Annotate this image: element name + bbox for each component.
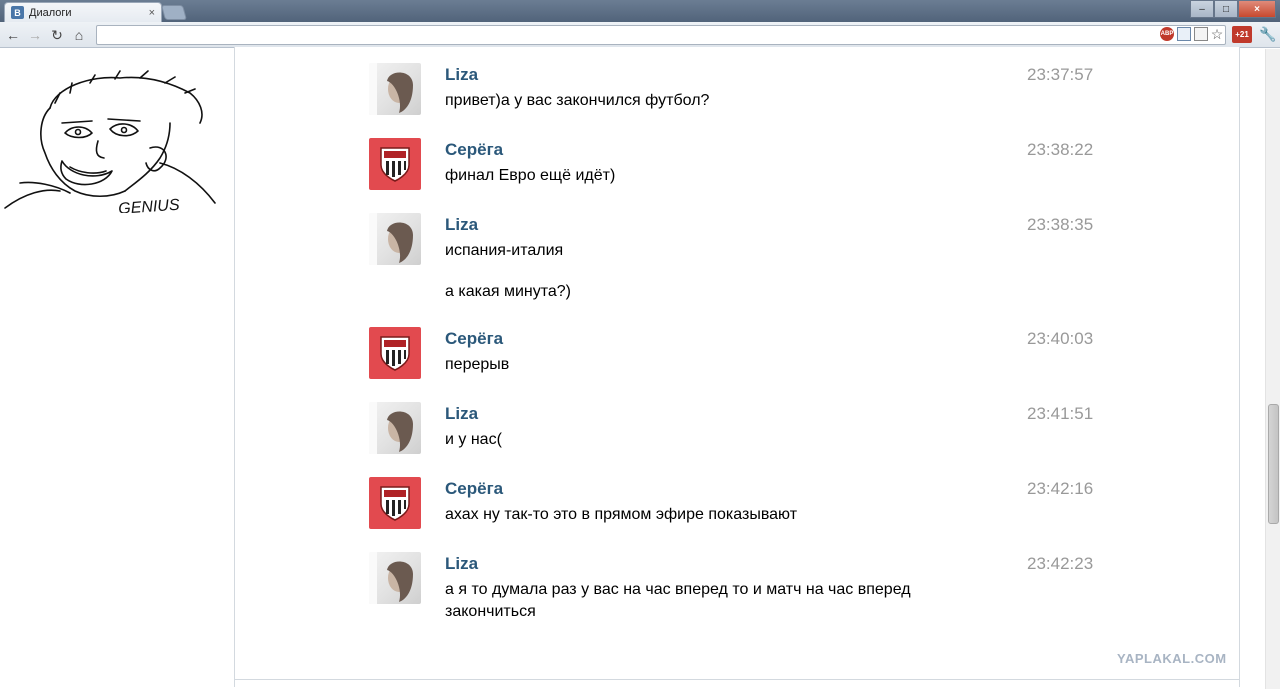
message-author-link[interactable]: Серёга (445, 329, 503, 349)
user-avatar[interactable] (369, 477, 421, 529)
watermark: YAPLAKAL.COM (1117, 651, 1227, 666)
translate-icon[interactable] (1194, 27, 1208, 41)
message-time[interactable]: 23:38:22 (1027, 140, 1093, 160)
maximize-button[interactable]: □ (1214, 0, 1238, 18)
settings-wrench-icon[interactable]: 🔧 (1259, 26, 1276, 43)
page-icon[interactable] (1177, 27, 1191, 41)
tab-dialogs[interactable]: B Диалоги × (4, 2, 162, 22)
user-avatar[interactable] (369, 63, 421, 115)
message-text: привет)а у вас закончился футбол? (445, 92, 710, 109)
tab-close-icon[interactable]: × (149, 7, 155, 19)
message-author-link[interactable]: Liza (445, 404, 478, 424)
football-club-logo-icon (380, 486, 410, 521)
browser-titlebar: B Диалоги × – □ × (0, 0, 1280, 22)
user-avatar[interactable] (369, 552, 421, 604)
message-text: и у нас( (445, 431, 502, 448)
message-text: ахах ну так-то это в прямом эфире показы… (445, 506, 798, 523)
adblock-icon[interactable]: ABP (1160, 27, 1174, 41)
back-button[interactable]: ← (4, 26, 22, 44)
message-text: испания-италия (445, 242, 564, 259)
message-author-link[interactable]: Серёга (445, 140, 503, 160)
message-time[interactable]: 23:40:03 (1027, 329, 1093, 349)
tab-title: Диалоги (29, 6, 72, 19)
message-text: финал Евро ещё идёт) (445, 167, 616, 184)
message-text-continued: а какая минута?) (445, 283, 571, 300)
close-window-button[interactable]: × (1238, 0, 1276, 18)
message-text: а я то думала раз у вас на час вперед то… (445, 581, 911, 620)
notification-badge-icon[interactable]: +21 (1232, 26, 1252, 43)
window-controls: – □ × (1190, 0, 1276, 18)
meme-caption: GENIUS (118, 197, 181, 213)
forward-button[interactable]: → (26, 26, 44, 44)
user-avatar[interactable] (369, 138, 421, 190)
liza-photo-icon (369, 552, 413, 604)
football-club-logo-icon (380, 336, 410, 371)
message-time[interactable]: 23:41:51 (1027, 404, 1093, 424)
message-time[interactable]: 23:42:23 (1027, 554, 1093, 574)
minimize-button[interactable]: – (1190, 0, 1214, 18)
liza-photo-icon (369, 402, 413, 454)
genius-meme-drawing: GENIUS (4, 70, 216, 213)
browser-toolbar: ← → ↻ ⌂ ABP ☆ +21 🔧 (0, 22, 1280, 48)
dialog-panel-bottom-border (234, 679, 1240, 680)
address-bar[interactable] (96, 25, 1226, 45)
message-time[interactable]: 23:42:16 (1027, 479, 1093, 499)
page-scrollbar[interactable] (1265, 49, 1280, 689)
user-avatar[interactable] (369, 213, 421, 265)
message-text: перерыв (445, 356, 510, 373)
bookmark-star-icon[interactable]: ☆ (1210, 26, 1224, 42)
message-time[interactable]: 23:37:57 (1027, 65, 1093, 85)
reload-button[interactable]: ↻ (48, 26, 66, 44)
message-author-link[interactable]: Liza (445, 215, 478, 235)
vk-favicon-icon: B (11, 6, 24, 19)
liza-photo-icon (369, 213, 413, 265)
message-author-link[interactable]: Liza (445, 65, 478, 85)
scrollbar-thumb[interactable] (1268, 404, 1279, 524)
user-avatar[interactable] (369, 327, 421, 379)
home-button[interactable]: ⌂ (70, 26, 88, 44)
message-author-link[interactable]: Liza (445, 554, 478, 574)
message-author-link[interactable]: Серёга (445, 479, 503, 499)
football-club-logo-icon (380, 147, 410, 182)
user-avatar[interactable] (369, 402, 421, 454)
message-time[interactable]: 23:38:35 (1027, 215, 1093, 235)
new-tab-button[interactable] (160, 5, 188, 20)
liza-photo-icon (369, 63, 413, 115)
